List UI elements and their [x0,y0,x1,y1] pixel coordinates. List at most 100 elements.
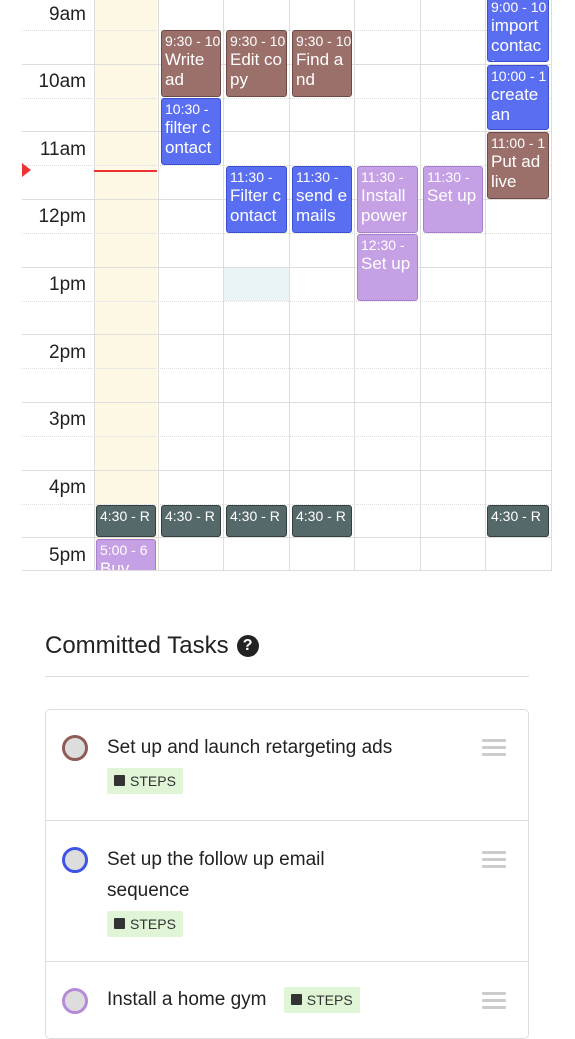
steps-badge[interactable]: STEPS [107,910,183,937]
task-content: Set up and launch retargeting ads STEPS [107,732,447,796]
task-content: Install a home gym STEPS [107,984,467,1015]
calendar-event[interactable]: 4:30 - R [161,505,221,537]
event-title: Write ad [165,49,205,89]
half-hour-line [22,98,551,99]
calendar-event[interactable]: 10:30 - filter contacts [161,98,221,165]
event-title: Set up [427,185,477,205]
event-time: 4:30 - R [165,508,215,524]
event-title: Filter contacts [230,185,281,232]
calendar-event[interactable]: 10:00 - 1 create an [487,65,549,130]
task-item[interactable]: Set up the follow up email sequence STEP… [46,821,528,962]
time-label: 3pm [49,409,86,430]
calendar-event[interactable]: 11:30 - Install power [357,166,418,233]
steps-icon [290,994,302,1006]
time-label: 12pm [38,206,86,227]
drag-handle-icon[interactable] [482,739,506,760]
half-hour-line [22,233,551,234]
hour-line [22,537,551,538]
calendar-event[interactable]: 9:30 - 10 Write ad [161,30,221,97]
drag-handle-icon[interactable] [482,851,506,872]
hour-line [22,470,551,471]
time-label: 4pm [49,477,86,498]
day-divider [420,0,421,570]
event-time: 5:00 - 6 [100,542,148,558]
hour-line [22,402,551,403]
event-title: create an [491,84,539,124]
event-time: 11:30 - [361,169,404,185]
task-item[interactable]: Set up and launch retargeting ads STEPS [46,710,528,821]
event-time: 11:30 - [296,169,339,185]
current-time-line [94,170,157,172]
hour-line [22,267,551,268]
event-time: 11:30 - [230,169,273,185]
task-complete-checkbox[interactable] [62,847,88,873]
event-time: 4:30 - R [491,508,541,524]
calendar-event[interactable]: 4:30 - R [487,505,549,537]
calendar-week-view: 9am 10am 11am 12pm 1pm 2pm 3pm 4pm 5pm 9… [22,0,552,571]
day-divider [289,0,290,570]
task-content: Set up the follow up email sequence STEP… [107,844,407,939]
calendar-event[interactable]: 5:00 - 6 Buy [96,539,156,571]
day-divider [354,0,355,570]
task-label: Set up the follow up email sequence [107,849,325,901]
time-label: 10am [38,71,86,92]
time-label: 11am [39,139,86,160]
task-item[interactable]: Install a home gym STEPS [46,962,528,1038]
steps-label: STEPS [306,991,353,1008]
half-hour-line [22,368,551,369]
committed-task-list: Set up and launch retargeting ads STEPS … [45,709,529,1039]
time-label: 5pm [49,545,86,566]
event-title: Edit copy [230,49,282,89]
event-time: 10:00 - 1 [491,68,547,84]
steps-label: STEPS [130,915,176,932]
task-label: Install a home gym [107,989,267,1010]
divider [45,676,529,677]
event-title: import contacts [491,15,542,61]
event-title: Buy [100,558,130,571]
day-divider [158,0,159,570]
calendar-event[interactable]: 9:30 - 10 Edit copy [226,30,287,97]
day-divider [94,0,95,570]
event-title: Find and [296,49,344,89]
steps-badge[interactable]: STEPS [283,986,360,1013]
calendar-event[interactable]: 11:30 - Set up [423,166,483,233]
calendar-event[interactable]: 4:30 - R [96,505,156,537]
event-title: send emails [296,185,348,225]
time-label: 2pm [49,342,86,363]
committed-tasks-title: Committed Tasks [45,632,229,659]
event-time: 9:30 - 10 [296,33,352,49]
calendar-event[interactable]: 12:30 - Set up [357,234,418,301]
calendar-event[interactable]: 11:30 - send emails [292,166,352,233]
event-time: 9:00 - 10 [491,0,547,15]
task-complete-checkbox[interactable] [62,988,88,1014]
event-time: 10:30 - [165,101,209,117]
event-title: Install power [361,185,408,225]
event-title: Put ad live [491,151,541,191]
hour-line [22,131,551,132]
hour-line [22,334,551,335]
drag-handle-icon[interactable] [482,992,506,1013]
time-label: 9am [49,4,86,25]
steps-badge[interactable]: STEPS [107,767,183,794]
half-hour-line [22,301,551,302]
committed-tasks-heading: Committed Tasks ? [45,632,259,660]
event-title: Set up [361,253,411,273]
event-time: 11:30 - [427,169,470,185]
selected-slot[interactable] [224,268,289,301]
task-label: Set up and launch retargeting ads [107,737,393,758]
calendar-event[interactable]: 4:30 - R [226,505,287,537]
calendar-event[interactable]: 4:30 - R [292,505,352,537]
current-time-arrow-icon [22,163,31,177]
calendar-event[interactable]: 9:30 - 10 Find and [292,30,352,97]
task-complete-checkbox[interactable] [62,735,88,761]
steps-label: STEPS [130,772,176,789]
calendar-event[interactable]: 11:30 - Filter contacts [226,166,287,233]
event-time: 4:30 - R [230,508,280,524]
half-hour-line [22,436,551,437]
calendar-event[interactable]: 11:00 - 1 Put ad live [487,132,549,199]
steps-icon [114,918,125,930]
question-circle-icon[interactable]: ? [236,635,259,657]
day-divider [485,0,486,570]
today-column [94,0,157,570]
calendar-event[interactable]: 9:00 - 10 import contacts [487,0,549,62]
